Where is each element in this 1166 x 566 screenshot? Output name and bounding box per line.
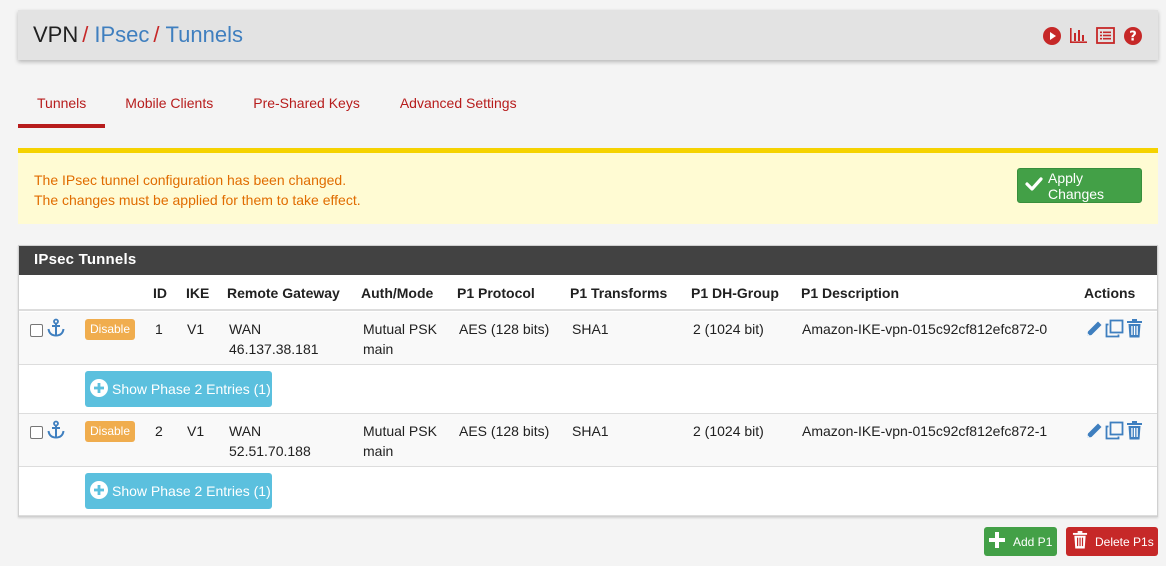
delete-p1s-button[interactable]: Delete P1s <box>1066 527 1158 556</box>
p1-description: Amazon-IKE-vpn-015c92cf812efc872-1 <box>802 423 1048 439</box>
col-p1-transforms: P1 Transforms <box>570 285 668 301</box>
phase2-row: Show Phase 2 Entries (1) <box>19 365 1157 414</box>
trash-icon <box>1072 531 1088 552</box>
row-actions <box>1085 318 1144 338</box>
auth-mode: Mutual PSK main <box>363 319 437 359</box>
table-row: Disable 1 V1 WAN 46.137.38.181 Mutual PSK… <box>19 312 1157 365</box>
trash-icon[interactable] <box>1125 420 1144 440</box>
panel-title: IPsec Tunnels <box>19 246 1157 275</box>
tab-bar: Tunnels Mobile Clients Pre-Shared Keys A… <box>18 82 537 128</box>
gateway-interface: WAN <box>229 321 262 337</box>
tunnel-id: 1 <box>155 321 163 337</box>
question-circle-icon[interactable]: ? <box>1123 26 1142 45</box>
anchor-icon[interactable] <box>46 420 66 443</box>
list-icon[interactable] <box>1096 26 1115 45</box>
tunnel-ike: V1 <box>187 423 205 439</box>
p1-dh-group: 2 (1024 bit) <box>693 321 764 337</box>
row-checkbox[interactable] <box>30 324 43 337</box>
col-p1-protocol: P1 Protocol <box>457 285 535 301</box>
remote-gateway: WAN 46.137.38.181 <box>229 319 319 359</box>
col-id: ID <box>153 285 167 301</box>
breadcrumb-ipsec[interactable]: IPsec <box>94 22 149 47</box>
tab-mobile-clients[interactable]: Mobile Clients <box>105 82 233 128</box>
check-icon <box>1024 175 1044 196</box>
add-p1-label: Add P1 <box>1013 534 1053 549</box>
phase2-row: Show Phase 2 Entries (1) <box>19 467 1157 516</box>
p1-dh-group: 2 (1024 bit) <box>693 423 764 439</box>
p1-protocol: AES (128 bits) <box>459 423 550 439</box>
gateway-ip: 46.137.38.181 <box>229 341 319 357</box>
page-header: VPN / IPsec / Tunnels ? <box>18 10 1158 60</box>
auth-mode-value: main <box>363 443 394 459</box>
p1-transforms: SHA1 <box>572 321 609 337</box>
auth-mode-value: main <box>363 341 394 357</box>
breadcrumb-separator: / <box>82 22 89 47</box>
show-phase2-label: Show Phase 2 Entries (1) <box>112 483 271 499</box>
tunnel-id: 2 <box>155 423 163 439</box>
disable-button[interactable]: Disable <box>85 421 135 442</box>
alert-line-1: The IPsec tunnel configuration has been … <box>34 172 347 188</box>
col-p1-description: P1 Description <box>801 285 900 301</box>
auth-mode: Mutual PSK main <box>363 421 437 461</box>
plus-circle-icon <box>90 378 108 400</box>
bar-chart-icon[interactable] <box>1069 26 1088 45</box>
tab-tunnels[interactable]: Tunnels <box>18 82 106 128</box>
trash-icon[interactable] <box>1125 318 1144 338</box>
tab-advanced-settings[interactable]: Advanced Settings <box>380 82 537 128</box>
add-p1-button[interactable]: Add P1 <box>984 527 1057 556</box>
svg-text:?: ? <box>1129 29 1137 44</box>
apply-changes-button[interactable]: Apply Changes <box>1017 168 1142 203</box>
remote-gateway: WAN 52.51.70.188 <box>229 421 311 461</box>
ipsec-tunnels-panel: IPsec Tunnels ID IKE Remote Gateway Auth… <box>18 245 1158 517</box>
pencil-icon[interactable] <box>1085 420 1104 440</box>
p1-protocol: AES (128 bits) <box>459 321 550 337</box>
row-actions <box>1085 420 1144 440</box>
auth-method: Mutual PSK <box>363 321 437 337</box>
copy-icon[interactable] <box>1105 420 1124 440</box>
copy-icon[interactable] <box>1105 318 1124 338</box>
tunnel-ike: V1 <box>187 321 205 337</box>
table-header: ID IKE Remote Gateway Auth/Mode P1 Proto… <box>19 275 1157 311</box>
breadcrumb-separator: / <box>153 22 160 47</box>
gateway-ip: 52.51.70.188 <box>229 443 311 459</box>
alert-line-2: The changes must be applied for them to … <box>34 192 361 208</box>
tab-pre-shared-keys[interactable]: Pre-Shared Keys <box>233 82 380 128</box>
col-actions: Actions <box>1084 285 1136 301</box>
anchor-icon[interactable] <box>46 318 66 341</box>
show-phase2-label: Show Phase 2 Entries (1) <box>112 381 271 397</box>
apply-changes-label: Apply Changes <box>1048 169 1105 202</box>
col-ike: IKE <box>186 285 210 301</box>
breadcrumb: VPN / IPsec / Tunnels <box>33 22 243 48</box>
col-remote-gateway: Remote Gateway <box>227 285 340 301</box>
delete-p1s-label: Delete P1s <box>1095 534 1154 549</box>
p1-transforms: SHA1 <box>572 423 609 439</box>
show-phase2-button[interactable]: Show Phase 2 Entries (1) <box>85 473 272 509</box>
col-auth-mode: Auth/Mode <box>361 285 434 301</box>
auth-method: Mutual PSK <box>363 423 437 439</box>
changes-alert: The IPsec tunnel configuration has been … <box>18 148 1158 224</box>
disable-button[interactable]: Disable <box>85 319 135 340</box>
plus-circle-icon <box>90 480 108 502</box>
plus-icon <box>989 532 1005 551</box>
breadcrumb-tunnels[interactable]: Tunnels <box>166 22 243 47</box>
show-phase2-button[interactable]: Show Phase 2 Entries (1) <box>85 371 272 407</box>
col-p1-dh-group: P1 DH-Group <box>691 285 779 301</box>
p1-description: Amazon-IKE-vpn-015c92cf812efc872-0 <box>802 321 1048 337</box>
row-checkbox[interactable] <box>30 426 43 439</box>
pencil-icon[interactable] <box>1085 318 1104 338</box>
play-circle-icon[interactable] <box>1042 26 1061 45</box>
gateway-interface: WAN <box>229 423 262 439</box>
table-row: Disable 2 V1 WAN 52.51.70.188 Mutual PSK m… <box>19 414 1157 467</box>
breadcrumb-vpn: VPN <box>33 22 79 47</box>
